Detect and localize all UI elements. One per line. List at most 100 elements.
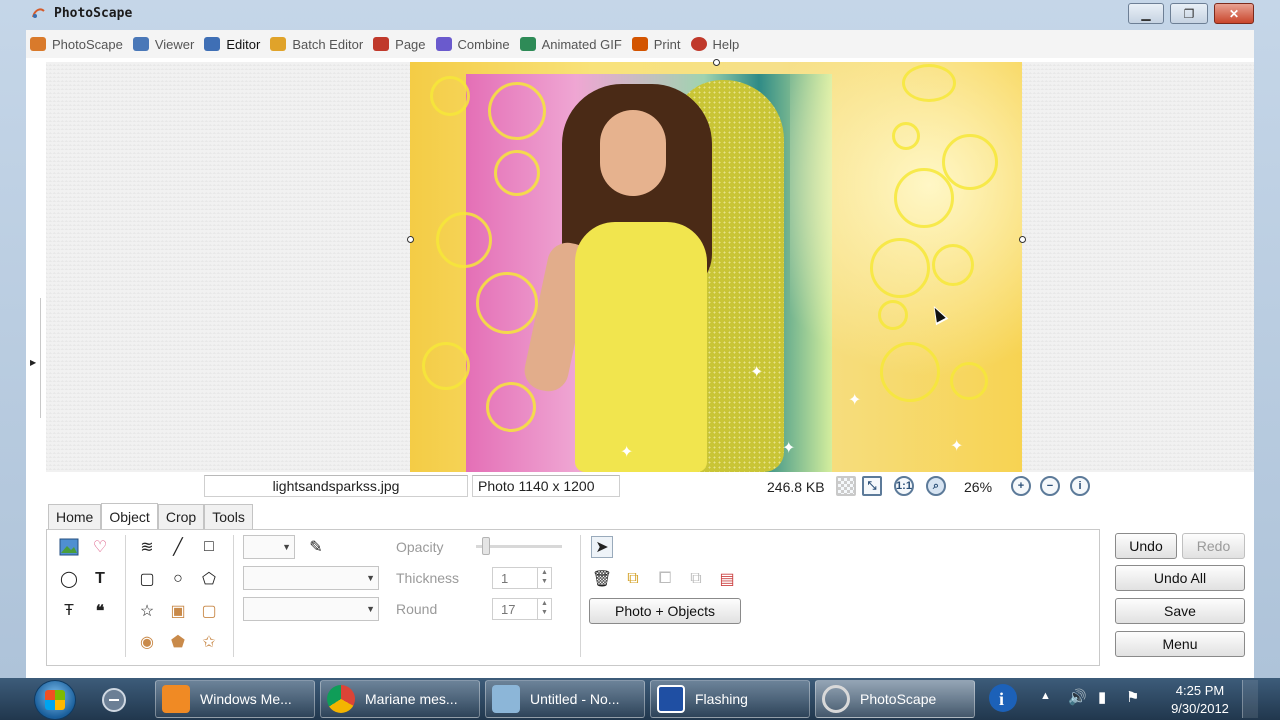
show-hidden-icons[interactable]: ▲ [1040,690,1051,720]
menu-page[interactable]: Page [369,32,431,56]
filled-pentagon-tool-icon[interactable]: ⬟ [167,631,189,653]
taskbar-item-flashing[interactable]: Flashing [650,680,810,718]
line-tool-icon[interactable]: ╱ [167,536,189,558]
menu-animated-gif[interactable]: Animated GIF [516,32,628,56]
menu-help[interactable]: Help [687,32,746,56]
taskbar-pinned-app[interactable] [90,682,138,718]
thickness-stepper[interactable]: 1 ▲ ▼ [492,567,552,589]
round-stepper[interactable]: 17 ▲ ▼ [492,598,552,620]
fit-to-window-icon[interactable]: ⤡ [862,476,882,496]
menu-viewer[interactable]: Viewer [129,32,201,56]
bring-front-icon[interactable]: ⧠ [654,568,676,590]
opacity-slider-thumb[interactable] [482,537,490,555]
filled-ellipse-tool-icon[interactable]: ◉ [136,631,158,653]
show-desktop-button[interactable] [1242,680,1258,718]
actual-size-icon[interactable]: 1:1 [894,476,914,496]
minimize-button[interactable]: ▁ [1128,3,1164,24]
taskbar-item-windows-media[interactable]: Windows Me... [155,680,315,718]
delete-object-icon[interactable]: 🗑 [591,568,613,590]
menu-editor[interactable]: Editor [200,32,266,56]
taskbar-item-notepad[interactable]: Untitled - No... [485,680,645,718]
text-tool-styled-icon[interactable]: Ŧ [58,600,80,622]
task-label: Flashing [695,691,748,707]
resize-handle-top[interactable] [713,59,720,66]
zoom-in-icon[interactable]: + [1011,476,1031,496]
brush-icon[interactable]: ≋ [136,536,158,558]
filled-rounded-rectangle-tool-icon[interactable]: ▢ [198,600,220,622]
select-arrow-icon[interactable]: ➤ [591,536,613,558]
tab-tools[interactable]: Tools [204,504,253,529]
tab-object[interactable]: Object [101,503,158,530]
redo-button[interactable]: Redo [1182,533,1245,559]
menu-label: Menu [1162,636,1198,652]
star-tool-icon[interactable]: ☆ [136,600,158,622]
volume-icon[interactable]: 🔊 [1068,688,1087,720]
expand-panel-arrow-icon[interactable]: ▶ [30,358,36,367]
tray-app-icon[interactable]: i [985,680,1025,718]
bokeh-ring [494,150,540,196]
pentagon-tool-icon[interactable]: ⬠ [198,568,220,590]
menu-label: Animated GIF [541,36,622,52]
taskbar-item-chrome[interactable]: Mariane mes... [320,680,480,718]
close-button[interactable]: ✕ [1214,3,1254,24]
chevron-down-icon: ▼ [282,542,291,552]
editor-icon [204,37,221,51]
insert-photo-icon[interactable] [58,536,80,558]
tab-home[interactable]: Home [48,504,102,529]
tab-crop[interactable]: Crop [157,504,205,529]
zoom-out-icon[interactable]: − [1040,476,1060,496]
taskbar-item-photoscape[interactable]: PhotoScape [815,680,975,718]
menu-button[interactable]: Menu [1115,631,1245,657]
stepper-arrows-icon[interactable]: ▲ ▼ [537,568,551,588]
menu-photoscape[interactable]: PhotoScape [26,32,129,56]
resize-handle-left[interactable] [407,236,414,243]
eyedropper-icon[interactable]: ✎ [305,536,327,558]
zoom-level-label: 26% [964,479,993,495]
send-back-icon[interactable]: ⧉ [685,568,707,590]
duplicate-object-icon[interactable]: ⧉ [622,568,644,590]
bokeh-ring [894,168,954,228]
ellipse-tool-icon[interactable]: ○ [167,568,189,590]
bokeh-ring [430,76,470,116]
action-center-icon[interactable]: ⚑ [1126,688,1139,720]
undo-button[interactable]: Undo [1115,533,1177,559]
menu-print[interactable]: Print [628,32,687,56]
undo-all-button[interactable]: Undo All [1115,565,1245,591]
info-icon[interactable]: i [1070,476,1090,496]
chrome-icon [327,685,355,713]
text-tool-icon[interactable]: T [89,568,111,590]
transparency-grid-icon[interactable] [836,476,856,496]
stepper-arrows-icon[interactable]: ▲ ▼ [537,599,551,619]
save-label: Save [1164,603,1196,619]
rectangle-tool-icon[interactable]: □ [198,536,220,558]
menu-combine[interactable]: Combine [432,32,516,56]
tab-label: Crop [165,509,197,525]
resize-handle-right[interactable] [1019,236,1026,243]
speech-balloon-icon[interactable]: ◯ [58,568,80,590]
windows-logo-icon [45,690,65,710]
photo-canvas[interactable]: ✦ ✦ ✦ ✦ ✦ [410,62,1022,472]
tab-label: Home [56,509,94,525]
maximize-button[interactable]: ❐ [1170,3,1208,24]
figure-face [600,110,666,196]
filename-field: lightsandsparkss.jpg [204,475,468,497]
filled-rectangle-tool-icon[interactable]: ▣ [167,600,189,622]
title-bar[interactable]: PhotoScape ▁ ❐ ✕ [0,0,1280,28]
line-style-combo[interactable]: ▼ [243,566,379,590]
network-icon[interactable]: ▮ [1098,688,1106,720]
menu-batch-editor[interactable]: Batch Editor [266,32,369,56]
photo-objects-button[interactable]: Photo + Objects [589,598,741,624]
quote-icon[interactable]: ❝ [89,600,111,622]
taskbar-clock[interactable]: 4:25 PM 9/30/2012 [1160,682,1240,718]
save-button[interactable]: Save [1115,598,1245,624]
filled-star-tool-icon[interactable]: ✩ [198,631,220,653]
insert-icon-icon[interactable]: ♡ [89,536,111,558]
object-list-icon[interactable]: ▤ [716,568,738,590]
menu-label: Batch Editor [292,36,364,52]
color-picker-combo[interactable]: ▼ [243,535,295,559]
rounded-rectangle-tool-icon[interactable]: ▢ [136,568,158,590]
fill-style-combo[interactable]: ▼ [243,597,379,621]
notepad-icon [492,685,520,713]
bokeh-ring [892,122,920,150]
zoom-fit-icon[interactable]: ⌕ [926,476,946,496]
